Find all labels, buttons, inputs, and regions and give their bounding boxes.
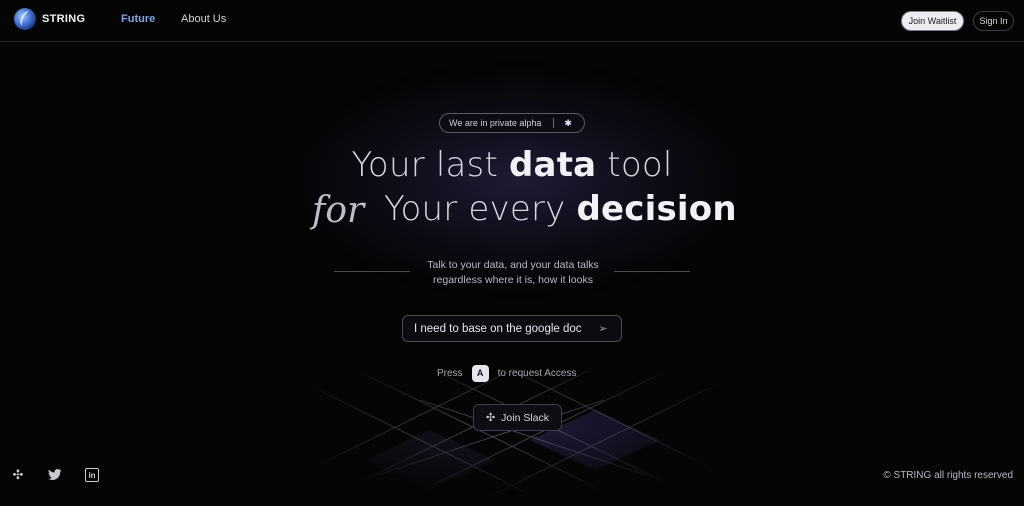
footer-twitter-icon[interactable] [47,467,63,483]
badge-divider [553,118,555,128]
join-waitlist-button[interactable]: Join Waitlist [901,11,964,31]
perspective-grid [277,370,747,506]
brand-logo[interactable]: STRING [14,8,85,30]
subtitle-line-1: Talk to your data, and your data talks [427,259,599,271]
hero-subtitle: Talk to your data, and your data talks r… [360,258,666,288]
ask-input-box: ➢ [402,315,622,342]
send-icon[interactable]: ➢ [593,322,613,335]
private-alpha-badge: We are in private alpha ✱ [439,113,585,133]
top-header: STRING Future About Us Join Waitlist Sig… [0,0,1024,42]
subtitle-line-2: regardless where it is, how it looks [433,274,593,286]
join-slack-label: Join Slack [501,411,550,424]
headline-1-bold: data [509,145,597,185]
ask-input[interactable] [403,316,593,341]
copyright-text: © STRING all rights reserved [883,470,1013,481]
footer-linkedin-icon[interactable]: in [84,467,100,483]
landing-page: STRING Future About Us Join Waitlist Sig… [0,0,1024,506]
headline-line-2: Your every decision [384,189,737,229]
nav-future[interactable]: Future [121,13,155,25]
headline-1-post: tool [596,145,673,185]
brand-name: STRING [42,13,86,25]
slack-icon: ✣ [485,412,496,424]
headline-line-1: Your last data tool [0,145,1024,185]
twitter-icon [48,469,62,481]
footer-slack-icon[interactable]: ✣ [10,467,26,483]
join-slack-button[interactable]: ✣ Join Slack [473,404,562,431]
nav-about-us[interactable]: About Us [181,13,226,25]
string-logo-icon [14,8,36,30]
headline-2-pre: Your every [384,189,577,229]
sign-in-button[interactable]: Sign In [973,11,1014,31]
alpha-badge-text: We are in private alpha [449,118,542,128]
headline-1-pre: Your last [351,145,510,185]
linkedin-icon: in [85,468,99,482]
bug-icon: ✱ [564,117,572,128]
headline-2-bold: decision [576,189,737,229]
headline-script-for: for [312,190,365,231]
